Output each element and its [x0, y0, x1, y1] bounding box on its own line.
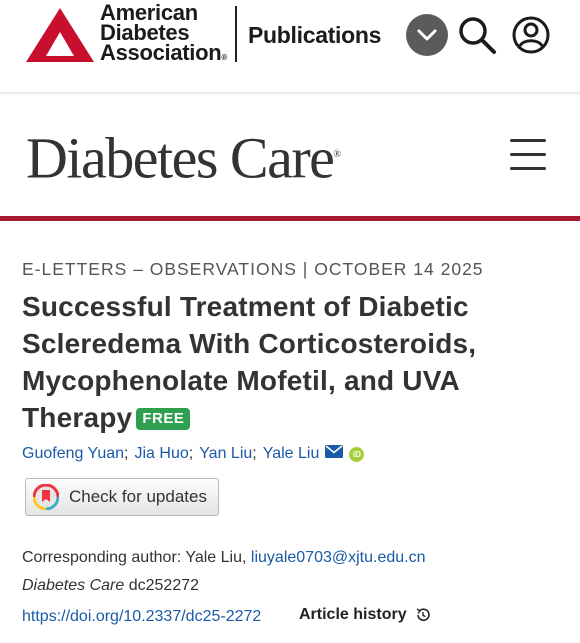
expand-menu-button[interactable] [406, 14, 448, 56]
article-category-line: E-LETTERS – OBSERVATIONS | OCTOBER 14 20… [22, 259, 484, 280]
journal-registered-mark: ® [333, 149, 341, 160]
journal-title[interactable]: Diabetes Care® [26, 120, 341, 193]
author-separator: ; [252, 445, 257, 462]
article-title: Successful Treatment of Diabetic Sclered… [22, 288, 562, 436]
article-history-label: Article history [299, 606, 407, 623]
search-icon [459, 17, 496, 54]
crossmark-icon [33, 484, 59, 510]
free-badge: FREE [136, 408, 191, 430]
corresponding-author: Corresponding author: Yale Liu, liuyale0… [22, 549, 425, 567]
author-link[interactable]: Jia Huo [134, 445, 188, 463]
chevron-down-icon [417, 29, 437, 41]
author-separator: ; [124, 445, 129, 462]
article-title-text: Successful Treatment of Diabetic Sclered… [22, 291, 477, 433]
doi-link[interactable]: https://doi.org/10.2337/dc25-2272 [22, 608, 261, 626]
ada-line-3: Association [100, 39, 222, 65]
citation-id: dc252272 [128, 577, 200, 594]
ada-logo[interactable]: American Diabetes Association® [24, 1, 228, 68]
journal-title-text: Diabetes Care [26, 125, 335, 191]
hamburger-menu-icon[interactable] [510, 136, 548, 172]
article-date: OCTOBER 14 2025 [314, 259, 484, 279]
header-divider [235, 6, 237, 62]
citation: Diabetes Care dc252272 [22, 577, 199, 595]
check-for-updates-button[interactable]: Check for updates [25, 478, 219, 516]
account-button[interactable] [510, 14, 552, 56]
author-link[interactable]: Guofeng Yuan [22, 445, 124, 463]
ada-registered-mark: ® [221, 52, 228, 62]
citation-journal: Diabetes Care [22, 577, 125, 594]
article-history-button[interactable]: Article history [299, 606, 431, 624]
journal-red-rule [0, 216, 580, 221]
corresponding-prefix: Corresponding author: Yale Liu, [22, 549, 247, 566]
corresponding-email-link[interactable]: liuyale0703@xjtu.edu.cn [251, 549, 426, 566]
check-for-updates-label: Check for updates [69, 487, 207, 506]
user-icon [512, 16, 550, 54]
author-link[interactable]: Yale Liu [263, 445, 320, 463]
category-separator: | [302, 259, 315, 279]
author-link[interactable]: Yan Liu [199, 445, 252, 463]
publications-link[interactable]: Publications [248, 22, 381, 49]
search-button[interactable] [456, 14, 498, 56]
author-separator: ; [188, 445, 194, 462]
article-category[interactable]: E-LETTERS – OBSERVATIONS [22, 259, 297, 279]
author-list: Guofeng Yuan; Jia Huo; Yan Liu; Yale Liu… [22, 445, 365, 463]
ada-wordmark: American Diabetes Association® [100, 1, 228, 68]
orcid-icon[interactable]: iD [349, 446, 365, 462]
envelope-icon[interactable] [325, 445, 344, 463]
ada-triangle-icon [26, 8, 94, 62]
site-header: American Diabetes Association® Publicati… [0, 0, 580, 92]
history-icon [416, 608, 430, 621]
